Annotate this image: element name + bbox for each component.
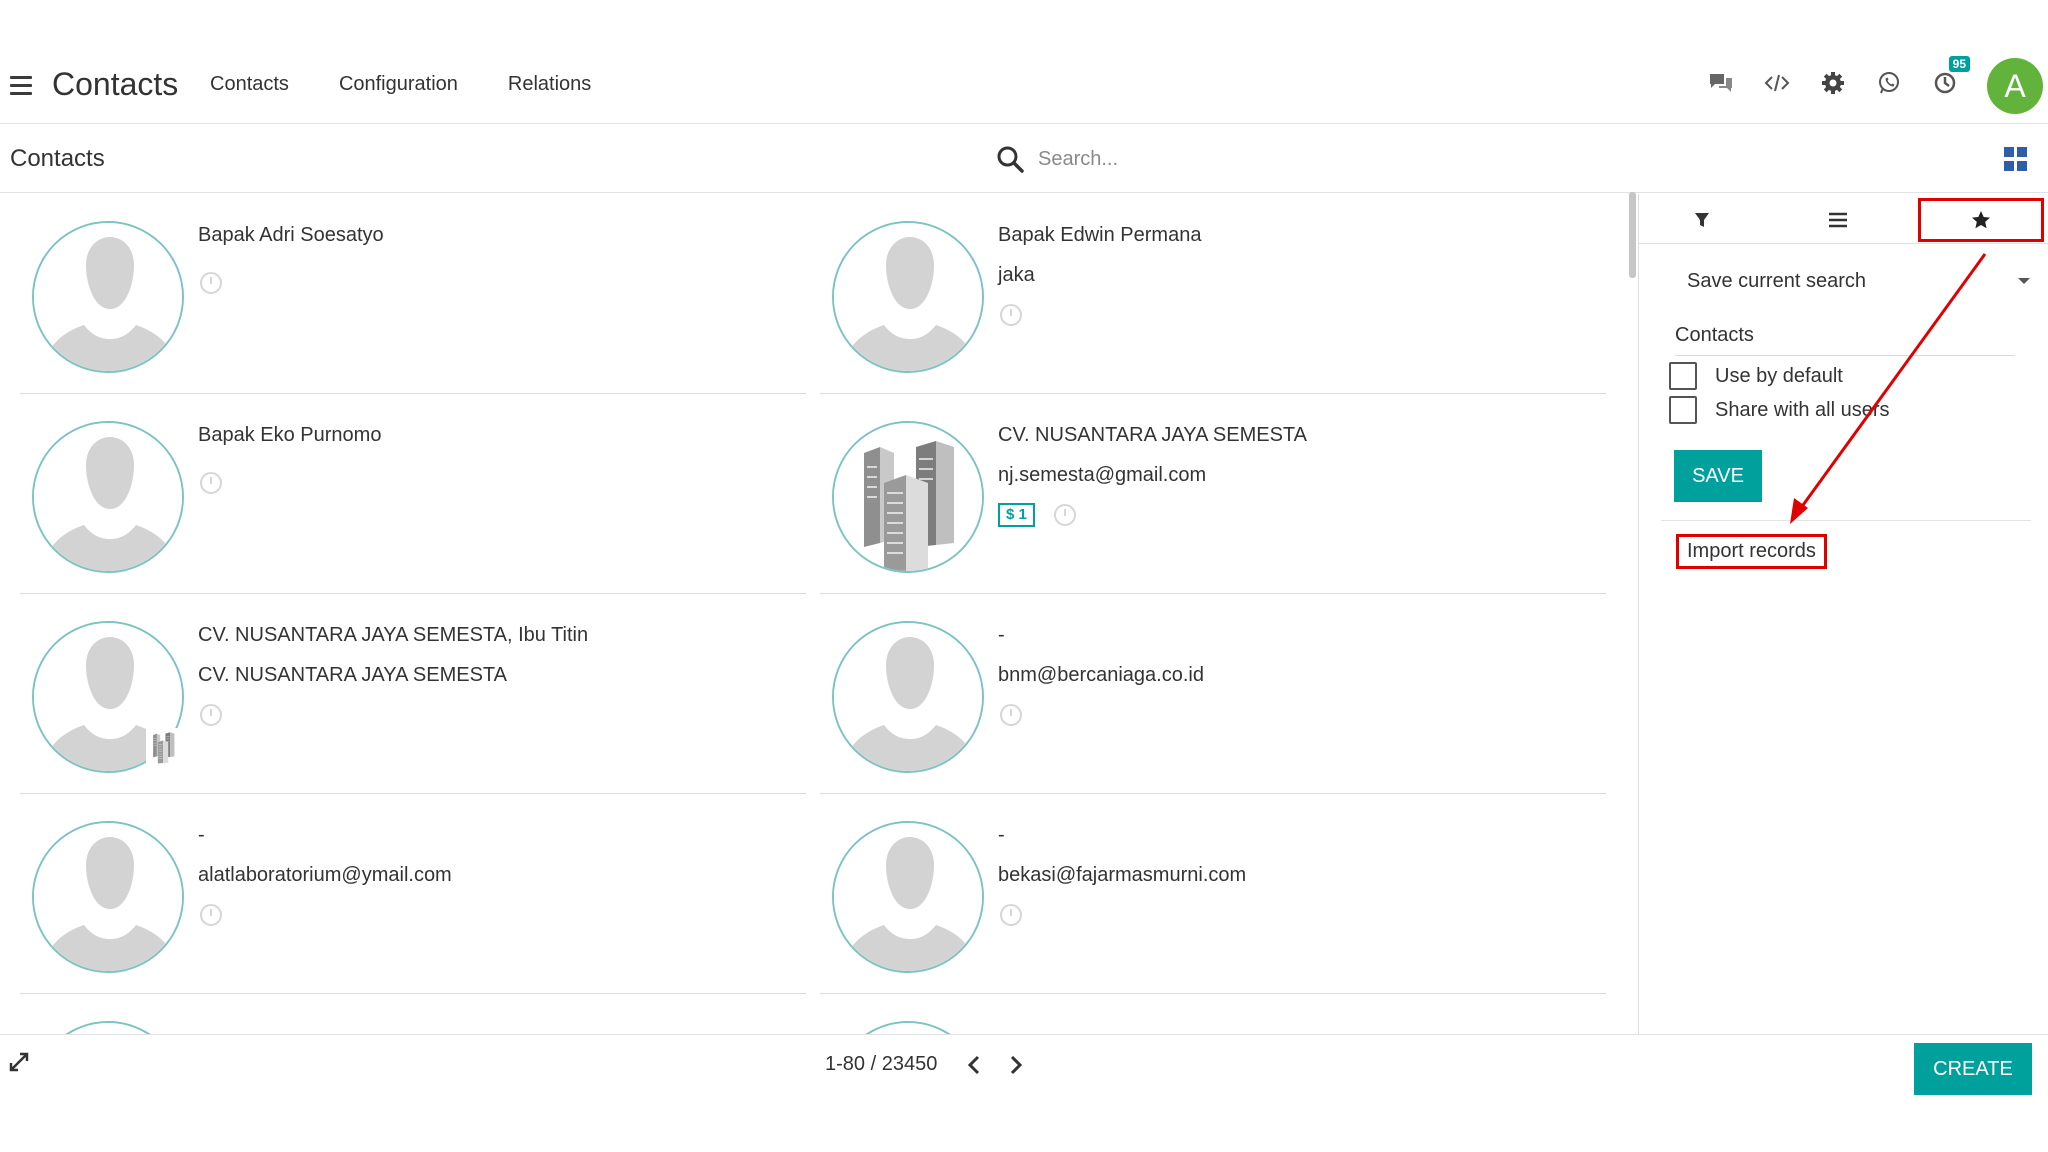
contact-email: alatlaboratorium@ymail.com bbox=[198, 864, 452, 886]
contact-avatar bbox=[832, 1021, 984, 1034]
activity-clock-icon[interactable] bbox=[1000, 304, 1022, 326]
gear-icon[interactable] bbox=[1820, 70, 1846, 96]
contact-card[interactable]: - alatlaboratorium@ymail.com bbox=[20, 794, 806, 994]
menu-contacts[interactable]: Contacts bbox=[210, 73, 289, 96]
contact-email: bekasi@fajarmasmurni.com bbox=[998, 864, 1247, 886]
contact-name: CV. NUSANTARA JAYA SEMESTA, Ibu Titin bbox=[198, 624, 589, 646]
contact-avatar bbox=[32, 1021, 184, 1034]
activity-clock-icon[interactable] bbox=[1054, 504, 1076, 526]
share-with-all-checkbox[interactable] bbox=[1669, 396, 1697, 424]
breadcrumb: Contacts bbox=[10, 145, 105, 172]
activity-clock-icon[interactable] bbox=[1000, 904, 1022, 926]
chat-icon[interactable] bbox=[1708, 70, 1734, 96]
search-icon bbox=[997, 146, 1024, 173]
contact-avatar bbox=[832, 821, 984, 973]
create-button[interactable]: CREATE bbox=[1914, 1043, 2032, 1095]
kanban-scrollbar[interactable] bbox=[1629, 192, 1636, 278]
contact-detail: jaka bbox=[998, 264, 1035, 286]
sales-count-badge[interactable]: $ 1 bbox=[998, 503, 1035, 527]
filter-icon bbox=[1695, 213, 1709, 227]
activity-clock-icon[interactable] bbox=[200, 272, 222, 294]
company-logo bbox=[832, 421, 984, 573]
contact-name: Bapak Adri Soesatyo bbox=[198, 224, 384, 246]
kanban-view-icon[interactable] bbox=[2004, 147, 2028, 171]
contact-name: - bbox=[198, 824, 205, 846]
search-bar bbox=[996, 137, 1496, 181]
activity-clock-icon[interactable] bbox=[200, 472, 222, 494]
search-input[interactable] bbox=[1038, 147, 1458, 171]
contact-email: nj.semesta@gmail.com bbox=[998, 464, 1207, 486]
app-title: Contacts bbox=[52, 66, 179, 102]
contact-card[interactable]: Bapak Adri Soesatyo bbox=[20, 194, 806, 394]
activity-clock-icon[interactable] bbox=[1000, 704, 1022, 726]
systray: 95 bbox=[1708, 56, 1970, 96]
contact-avatar bbox=[832, 621, 984, 773]
apps-menu-icon[interactable] bbox=[10, 76, 32, 96]
star-icon bbox=[1972, 211, 1990, 229]
contact-name: Bapak Edwin Permana bbox=[998, 224, 1202, 246]
expand-icon[interactable] bbox=[8, 1051, 30, 1073]
kanban-view: Bapak Adri Soesatyo Bapak Edwin Permana … bbox=[0, 194, 1636, 1034]
activity-clock-icon[interactable] bbox=[200, 704, 222, 726]
contact-company: CV. NUSANTARA JAYA SEMESTA bbox=[198, 664, 507, 686]
contact-card[interactable]: - bnm@bercaniaga.co.id bbox=[820, 594, 1606, 794]
contact-avatar bbox=[32, 421, 184, 573]
menu-relations[interactable]: Relations bbox=[508, 73, 591, 96]
contact-name: CV. NUSANTARA JAYA SEMESTA bbox=[998, 424, 1307, 446]
control-panel: Contacts bbox=[0, 125, 2048, 193]
group-by-tab[interactable] bbox=[1775, 200, 1901, 240]
contact-name: - bbox=[998, 824, 1005, 846]
contact-card[interactable]: Bapak Edwin Permana jaka bbox=[820, 194, 1606, 394]
save-favorite-button[interactable]: SAVE bbox=[1674, 450, 1762, 502]
contact-avatar bbox=[832, 221, 984, 373]
contact-avatar bbox=[32, 821, 184, 973]
activity-clock-icon[interactable] bbox=[200, 904, 222, 926]
contact-card[interactable] bbox=[820, 994, 1606, 1034]
search-panel-tabs bbox=[1639, 194, 2048, 244]
contact-card[interactable]: CV. NUSANTARA JAYA SEMESTA nj.semesta@gm… bbox=[820, 394, 1606, 594]
activity-count-badge: 95 bbox=[1948, 56, 1970, 72]
filters-tab[interactable] bbox=[1639, 200, 1765, 240]
contact-avatar bbox=[32, 221, 184, 373]
debug-code-icon[interactable] bbox=[1764, 70, 1790, 96]
contact-name: Bapak Eko Purnomo bbox=[198, 424, 382, 446]
menu-configuration[interactable]: Configuration bbox=[339, 73, 458, 96]
main-navbar: Contacts Contacts Configuration Relation… bbox=[0, 0, 2048, 124]
caret-down-icon[interactable] bbox=[2018, 278, 2030, 284]
footer-bar: 1-80 / 23450 CREATE bbox=[0, 1034, 2048, 1096]
company-building-icon bbox=[146, 728, 182, 764]
activity-clock-icon[interactable]: 95 bbox=[1932, 56, 1970, 96]
whatsapp-icon[interactable] bbox=[1876, 70, 1902, 96]
pager-value[interactable]: 1-80 / 23450 bbox=[825, 1053, 937, 1076]
user-avatar[interactable]: A bbox=[1987, 58, 2043, 114]
import-records-link[interactable]: Import records bbox=[1676, 534, 1827, 569]
list-icon bbox=[1829, 212, 1847, 228]
chevron-left-icon[interactable] bbox=[964, 1053, 984, 1077]
contact-card[interactable] bbox=[20, 994, 806, 1034]
favorites-tab[interactable] bbox=[1918, 198, 2044, 242]
annotation-arrow-icon bbox=[1790, 253, 1987, 524]
contact-card[interactable]: Bapak Eko Purnomo bbox=[20, 394, 806, 594]
contact-name: - bbox=[998, 624, 1005, 646]
contact-email: bnm@bercaniaga.co.id bbox=[998, 664, 1204, 686]
nav-menu: Contacts Configuration Relations bbox=[210, 73, 591, 96]
use-by-default-checkbox[interactable] bbox=[1669, 362, 1697, 390]
contact-card[interactable]: - bekasi@fajarmasmurni.com bbox=[820, 794, 1606, 994]
contact-card[interactable]: CV. NUSANTARA JAYA SEMESTA, Ibu Titin CV… bbox=[20, 594, 806, 794]
chevron-right-icon[interactable] bbox=[1006, 1053, 1026, 1077]
